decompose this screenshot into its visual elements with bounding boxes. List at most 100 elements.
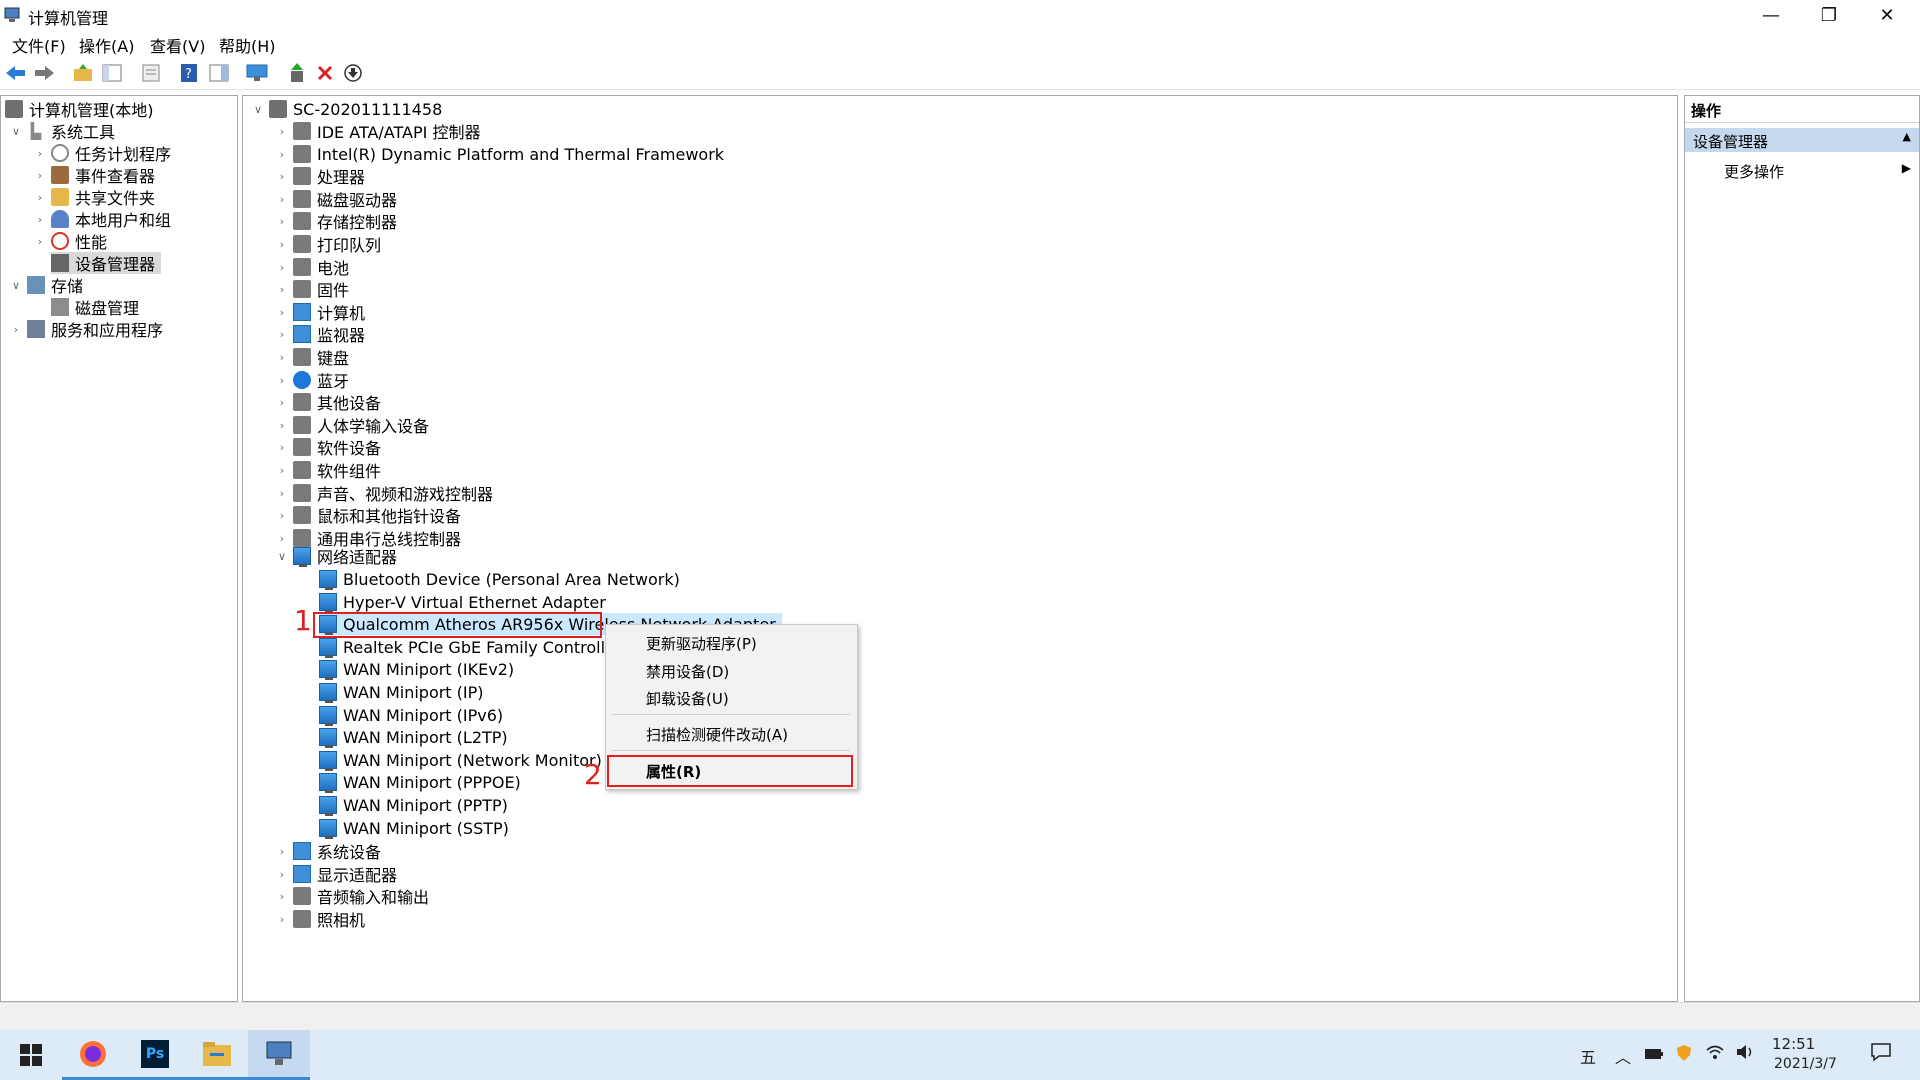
chevron-down-icon[interactable]: ∨ [251, 103, 265, 116]
actions-section-device-manager[interactable]: 设备管理器 ▲ [1685, 128, 1919, 152]
tree-item-adapter[interactable]: WAN Miniport (PPPOE) [319, 771, 521, 793]
battery-icon[interactable] [1644, 1046, 1664, 1065]
tree-item-category[interactable]: › 键盘 [275, 346, 349, 368]
chevron-right-icon[interactable]: › [275, 396, 289, 409]
restore-button[interactable]: ❐ [1800, 0, 1858, 30]
tree-item-system-tools[interactable]: ∨ 系统工具 [9, 120, 115, 142]
chevron-right-icon[interactable]: › [33, 235, 47, 248]
tree-item-category[interactable]: › 蓝牙 [275, 369, 349, 391]
chevron-right-icon[interactable]: › [33, 191, 47, 204]
tree-item-category[interactable]: › 监视器 [275, 323, 365, 345]
tree-item-adapter[interactable]: WAN Miniport (IPv6) [319, 704, 503, 726]
chevron-right-icon[interactable]: › [275, 532, 289, 545]
firefox-icon[interactable] [62, 1030, 124, 1080]
chevron-right-icon[interactable]: › [275, 306, 289, 319]
menu-item-scan-hardware[interactable]: 扫描检测硬件改动(A) [646, 724, 788, 745]
tree-item-category[interactable]: › 电池 [275, 256, 349, 278]
photoshop-icon[interactable]: Ps [124, 1030, 186, 1080]
tree-item-adapter[interactable]: WAN Miniport (SSTP) [319, 817, 509, 839]
tree-item-adapter[interactable]: WAN Miniport (IP) [319, 681, 484, 703]
tree-item-category[interactable]: › IDE ATA/ATAPI 控制器 [275, 120, 480, 142]
chevron-right-icon[interactable]: › [275, 170, 289, 183]
tree-item-disk-management[interactable]: 磁盘管理 [51, 296, 139, 318]
back-arrow-icon[interactable] [5, 62, 27, 84]
tree-item-category[interactable]: › 显示适配器 [275, 863, 397, 885]
chevron-up-icon[interactable]: ︿ [1615, 1044, 1631, 1068]
ime-indicator[interactable]: 五 [1580, 1044, 1596, 1068]
chevron-right-icon[interactable]: › [275, 464, 289, 477]
tree-item-category[interactable]: › 磁盘驱动器 [275, 188, 397, 210]
tree-item-shared-folders[interactable]: › 共享文件夹 [33, 186, 155, 208]
update-driver-icon[interactable] [286, 62, 308, 84]
uninstall-x-icon[interactable] [314, 62, 336, 84]
chevron-right-icon[interactable]: › [275, 328, 289, 341]
tree-item-category[interactable]: › 软件设备 [275, 436, 381, 458]
tree-item-network-adapters[interactable]: ∨ 网络适配器 [275, 545, 397, 567]
notification-icon[interactable] [1870, 1042, 1892, 1066]
collapse-up-icon[interactable]: ▲ [1903, 130, 1911, 143]
tree-item-storage[interactable]: ∨ 存储 [9, 274, 83, 296]
chevron-right-icon[interactable]: › [275, 374, 289, 387]
download-icon[interactable] [342, 62, 364, 84]
monitor-icon[interactable] [246, 62, 268, 84]
tree-item-adapter[interactable]: Realtek PCIe GbE Family Controller [319, 636, 621, 658]
volume-icon[interactable] [1736, 1044, 1756, 1064]
chevron-right-icon[interactable]: › [275, 845, 289, 858]
tree-item-category[interactable]: › 照相机 [275, 908, 365, 930]
tree-item-adapter[interactable]: WAN Miniport (Network Monitor) [319, 749, 602, 771]
chevron-right-icon[interactable]: › [275, 261, 289, 274]
chevron-right-icon[interactable]: › [275, 890, 289, 903]
actions-more[interactable]: 更多操作 ▶ [1685, 158, 1919, 182]
chevron-right-icon[interactable]: › [275, 509, 289, 522]
chevron-right-icon[interactable]: › [275, 283, 289, 296]
tree-item-category[interactable]: › 声音、视频和游戏控制器 [275, 482, 493, 504]
chevron-right-icon[interactable]: › [33, 213, 47, 226]
tree-item-category[interactable]: › 人体学输入设备 [275, 414, 429, 436]
tree-item-category[interactable]: › 处理器 [275, 165, 365, 187]
tree-item-category[interactable]: › 存储控制器 [275, 210, 397, 232]
tree-item-category[interactable]: › 计算机 [275, 301, 365, 323]
tree-item-root[interactable]: 计算机管理(本地) [5, 98, 154, 120]
menu-view[interactable]: 查看(V) [150, 33, 205, 57]
menu-help[interactable]: 帮助(H) [219, 33, 276, 57]
menu-action[interactable]: 操作(A) [79, 33, 134, 57]
details-pane-icon[interactable] [208, 62, 230, 84]
tree-item-adapter[interactable]: Bluetooth Device (Personal Area Network) [319, 568, 680, 590]
chevron-right-icon[interactable]: › [33, 169, 47, 182]
tree-item-category[interactable]: › 系统设备 [275, 840, 381, 862]
menu-item-uninstall-device[interactable]: 卸载设备(U) [646, 688, 729, 709]
up-folder-icon[interactable] [72, 62, 94, 84]
chevron-down-icon[interactable]: ∨ [9, 125, 23, 138]
tree-item-adapter[interactable]: Hyper-V Virtual Ethernet Adapter [319, 591, 606, 613]
clock-time[interactable]: 12:51 [1772, 1035, 1815, 1053]
chevron-right-icon[interactable]: › [275, 487, 289, 500]
clock-date[interactable]: 2021/3/7 [1774, 1056, 1837, 1072]
tree-item-task-scheduler[interactable]: › 任务计划程序 [33, 142, 171, 164]
tree-item-category[interactable]: › 打印队列 [275, 233, 381, 255]
tree-item-adapter[interactable]: WAN Miniport (PPTP) [319, 794, 508, 816]
tree-item-category[interactable]: › 固件 [275, 278, 349, 300]
tree-item-performance[interactable]: › 性能 [33, 230, 107, 252]
tree-item-services-apps[interactable]: › 服务和应用程序 [9, 318, 163, 340]
tree-item-adapter[interactable]: WAN Miniport (L2TP) [319, 726, 508, 748]
help-icon[interactable]: ? [178, 62, 200, 84]
computer-management-task-icon[interactable] [248, 1030, 310, 1080]
chevron-right-icon[interactable]: › [275, 193, 289, 206]
chevron-right-icon[interactable]: › [275, 441, 289, 454]
tree-item-category[interactable]: › 音频输入和输出 [275, 885, 429, 907]
chevron-down-icon[interactable]: ∨ [9, 279, 23, 292]
chevron-right-icon[interactable]: › [275, 215, 289, 228]
tree-item-device-manager[interactable]: 设备管理器 [51, 252, 162, 274]
file-explorer-icon[interactable] [186, 1030, 248, 1080]
menu-item-update-driver[interactable]: 更新驱动程序(P) [646, 633, 757, 654]
windows-start-icon[interactable] [0, 1030, 62, 1080]
chevron-down-icon[interactable]: ∨ [275, 550, 289, 563]
chevron-right-icon[interactable]: › [33, 147, 47, 160]
tree-item-category[interactable]: › 其他设备 [275, 391, 381, 413]
tree-item-computer[interactable]: ∨ SC-202011111458 [251, 98, 442, 120]
tree-item-category[interactable]: › 鼠标和其他指针设备 [275, 504, 461, 526]
tree-item-adapter[interactable]: WAN Miniport (IKEv2) [319, 658, 514, 680]
tree-item-category[interactable]: › 软件组件 [275, 459, 381, 481]
chevron-right-icon[interactable]: › [275, 419, 289, 432]
tree-item-local-users[interactable]: › 本地用户和组 [33, 208, 171, 230]
